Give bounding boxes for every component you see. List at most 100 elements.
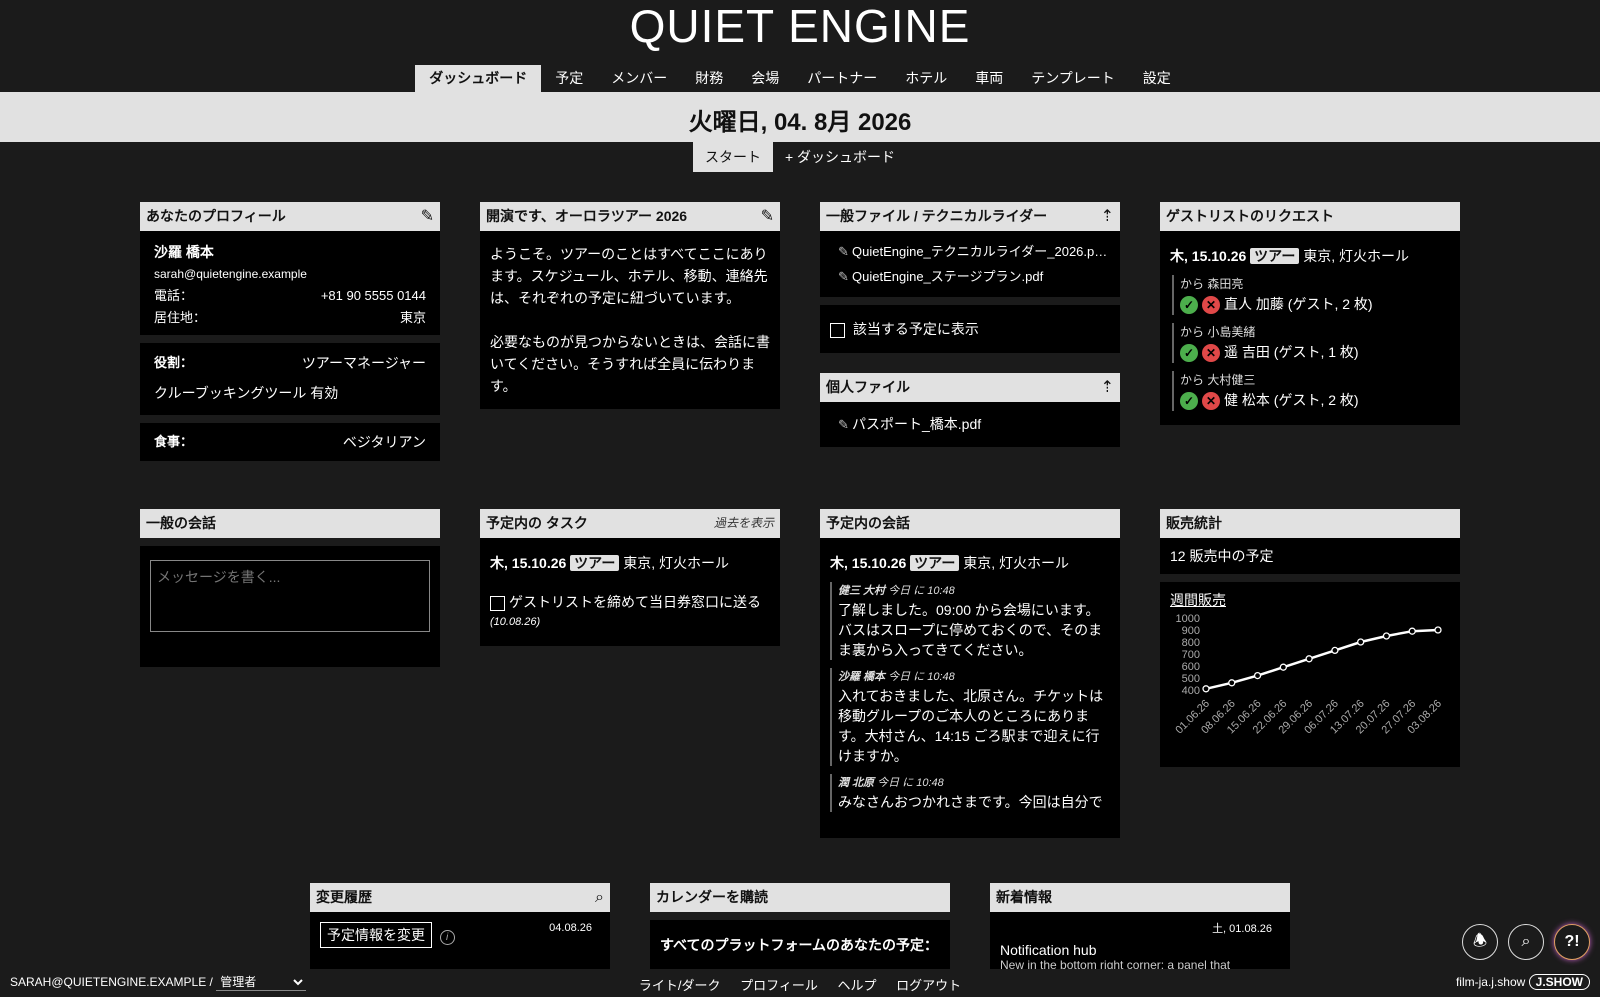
message-input[interactable] xyxy=(150,560,430,632)
profile-title: あなたのプロフィール xyxy=(146,208,286,224)
search-icon[interactable]: ⌕ xyxy=(1508,924,1544,960)
upload-icon[interactable]: ⇡ xyxy=(1101,202,1114,231)
history-column: 変更履歴 ⌕ 予定情報を変更 i 04.08.26 xyxy=(310,883,610,972)
change-event-info-button[interactable]: 予定情報を変更 xyxy=(320,922,432,948)
y-tick-label: 1000 xyxy=(1176,613,1200,625)
phone-label: 電話： xyxy=(154,288,194,303)
upload-icon[interactable]: ⇡ xyxy=(1101,373,1114,402)
reject-x-icon[interactable]: ✕ xyxy=(1202,296,1220,315)
sales-title: 販売統計 xyxy=(1166,515,1222,531)
nav-item[interactable]: 会場 xyxy=(737,65,793,92)
approve-check-icon[interactable]: ✓ xyxy=(1180,296,1198,315)
welcome-paragraph-1: ようこそ。ツアーのことはすべてここにあります。スケジュール、ホテル、移動、連絡先… xyxy=(490,246,768,306)
edit-pencil-icon[interactable]: ✎ xyxy=(838,415,852,435)
nav-item[interactable]: 車両 xyxy=(961,65,1017,92)
y-tick-label: 700 xyxy=(1182,649,1200,661)
sales-column: 販売統計 12 販売中の予定 週間販売 400 500 600 700 800 900 10… xyxy=(1160,509,1460,767)
sales-point[interactable] xyxy=(1202,685,1210,693)
chat-message: 健三 大村 今日 に 10:48 了解しました。09:00 から会場にいます。バ… xyxy=(830,582,1110,660)
edit-pencil-icon[interactable]: ✎ xyxy=(838,239,852,264)
sales-point[interactable] xyxy=(1331,646,1339,655)
nav-item[interactable]: パートナー xyxy=(793,65,891,92)
event-place: 東京, 灯火ホール xyxy=(963,555,1070,571)
approve-check-icon[interactable]: ✓ xyxy=(1180,344,1198,363)
tab-start[interactable]: スタート xyxy=(692,142,773,172)
residence-value: 東京 xyxy=(399,310,426,325)
approve-check-icon[interactable]: ✓ xyxy=(1180,392,1198,411)
logout-link[interactable]: ログアウト xyxy=(896,978,961,993)
notifications-bell-icon[interactable]: 🕭 xyxy=(1462,924,1498,960)
files-column: 一般ファイル / テクニカルライダー ⇡ ✎ QuietEngine_テクニカルラ… xyxy=(820,202,1120,447)
help-link[interactable]: ヘルプ xyxy=(837,978,876,993)
nav-item[interactable]: 設定 xyxy=(1129,65,1185,92)
event-type-badge: ツアー xyxy=(1250,248,1300,264)
info-icon[interactable]: i xyxy=(439,930,455,945)
event-line[interactable]: 木, 15.10.26 ツアー 東京, 灯火ホール xyxy=(1170,245,1450,267)
reject-x-icon[interactable]: ✕ xyxy=(1202,392,1220,411)
search-icon[interactable]: ⌕ xyxy=(595,883,604,912)
nav-item[interactable]: ホテル xyxy=(891,65,961,92)
file-item[interactable]: ✎ パスポート_橋本.pdf xyxy=(838,414,1110,435)
news-card: 土, 01.08.26 Notification hub New in the … xyxy=(990,912,1290,972)
files-header: 一般ファイル / テクニカルライダー ⇡ xyxy=(820,202,1120,231)
message-text: みなさんおつかれさまです。今回は自分で xyxy=(838,794,1103,810)
event-line[interactable]: 木, 15.10.26 ツアー 東京, 灯火ホール xyxy=(490,552,770,574)
role-card: 役割： ツアーマネージャー クルーブッキングツール 有効 xyxy=(140,343,440,415)
show-past-link[interactable]: 過去を表示 xyxy=(714,509,774,538)
sales-point[interactable] xyxy=(1408,627,1416,635)
event-line[interactable]: 木, 15.10.26 ツアー 東京, 灯火ホール xyxy=(830,552,1110,574)
weekly-sales-link[interactable]: 週間販売 xyxy=(1170,590,1450,610)
light-dark-toggle[interactable]: ライト/ダーク xyxy=(639,978,721,993)
main-nav: ダッシュボード 予定 メンバー 財務 会場 パートナー ホテル 車両 テンプレート 設定 xyxy=(0,65,1600,92)
files-card: ✎ QuietEngine_テクニカルライダー_2026.p… ✎ QuietEng… xyxy=(820,231,1120,297)
task-checkbox[interactable] xyxy=(490,595,505,611)
help-button[interactable]: ?! xyxy=(1554,924,1590,960)
y-tick-label: 900 xyxy=(1182,625,1200,637)
sales-point[interactable] xyxy=(1279,663,1287,671)
show-in-event-card: 該当する予定に表示 xyxy=(820,305,1120,353)
profile-link[interactable]: プロフィール xyxy=(740,978,818,993)
edit-pencil-icon[interactable]: ✎ xyxy=(838,264,852,289)
edit-pencil-icon[interactable]: ✎ xyxy=(761,202,774,231)
sales-point[interactable] xyxy=(1434,626,1442,634)
tasks-column: 予定内の タスク 過去を表示 木, 15.10.26 ツアー 東京, 灯火ホール… xyxy=(480,509,780,646)
role-label: 役割： xyxy=(154,355,194,370)
reject-x-icon[interactable]: ✕ xyxy=(1202,344,1220,363)
sales-point[interactable] xyxy=(1305,655,1313,663)
guest-request: から 森田亮 ✓ ✕ 直人 加藤 (ゲスト, 2 枚) xyxy=(1172,275,1450,315)
edit-pencil-icon[interactable]: ✎ xyxy=(421,202,434,231)
message-time: 今日 に 10:48 xyxy=(877,777,944,789)
file-item[interactable]: ✎ QuietEngine_テクニカルライダー_2026.p… xyxy=(838,239,1110,264)
tasks-header: 予定内の タスク 過去を表示 xyxy=(480,509,780,538)
welcome-title: 開演です、オーロラツアー 2026 xyxy=(486,208,688,224)
nav-item[interactable]: メンバー xyxy=(597,65,681,92)
current-date: 火曜日, 04. 8月 2026 xyxy=(688,109,912,136)
add-dashboard-tab[interactable]: + ダッシュボード xyxy=(773,142,907,172)
welcome-column: 開演です、オーロラツアー 2026 ✎ ようこそ。ツアーのことはすべてここにあり… xyxy=(480,202,780,409)
jshow-logo[interactable]: J.SHOW xyxy=(1528,974,1590,990)
event-type-badge: ツアー xyxy=(570,555,620,571)
news-header: 新着情報 xyxy=(990,883,1290,912)
nav-item[interactable]: 予定 xyxy=(541,65,597,92)
task-due-date: (10.08.26) xyxy=(490,616,541,628)
guestlist-title: ゲストリストのリクエスト xyxy=(1166,208,1334,224)
guestlist-header: ゲストリストのリクエスト xyxy=(1160,202,1460,231)
nav-item[interactable]: テンプレート xyxy=(1017,65,1129,92)
general-chat-card xyxy=(140,546,440,667)
guestlist-column: ゲストリストのリクエスト 木, 15.10.26 ツアー 東京, 灯火ホール か… xyxy=(1160,202,1460,425)
nav-item[interactable]: 財務 xyxy=(681,65,737,92)
sales-point[interactable] xyxy=(1253,671,1262,680)
message-author: 沙羅 橋本 xyxy=(838,671,886,683)
sales-point[interactable] xyxy=(1228,679,1236,687)
show-in-event-checkbox[interactable] xyxy=(830,322,845,338)
calendar-title: カレンダーを購読 xyxy=(656,889,768,905)
general-chat-title: 一般の会話 xyxy=(146,515,216,531)
task-item: ゲストリストを締めて当日券窓口に送る xyxy=(490,592,770,612)
phone-value: +81 90 5555 0144 xyxy=(320,288,426,303)
event-date: 木, 15.10.26 xyxy=(490,555,567,571)
nav-item[interactable]: ダッシュボード xyxy=(415,65,542,92)
sales-point[interactable] xyxy=(1357,638,1365,646)
file-item[interactable]: ✎ QuietEngine_ステージプラン.pdf xyxy=(838,264,1110,289)
sales-point[interactable] xyxy=(1382,632,1391,640)
personal-files-title: 個人ファイル xyxy=(826,379,910,395)
